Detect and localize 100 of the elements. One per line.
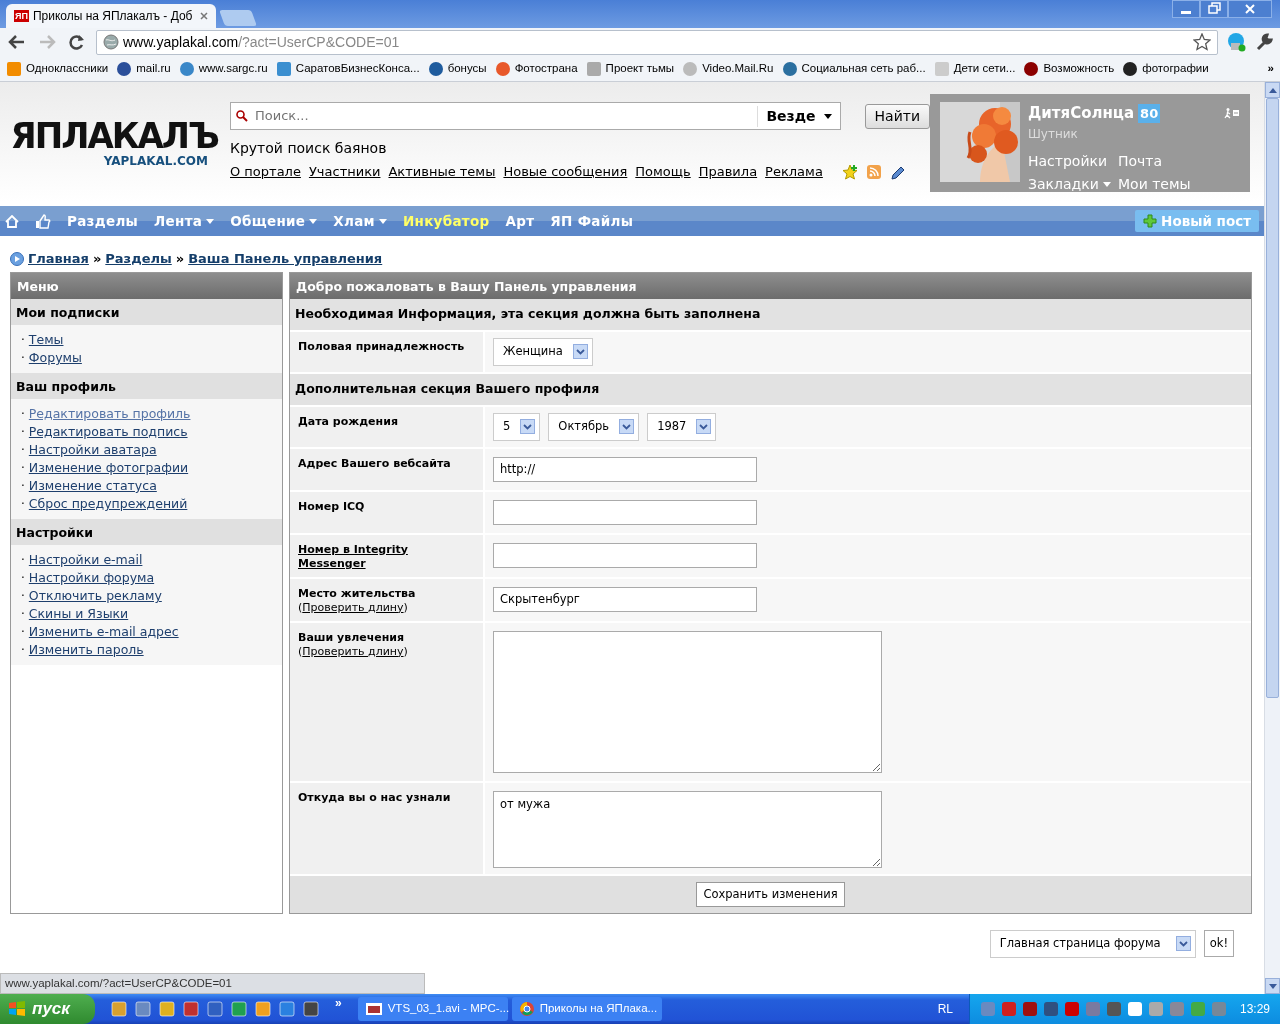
menu-link[interactable]: Настройки аватара: [28, 441, 157, 459]
menu-link[interactable]: Темы: [28, 331, 64, 349]
karma-badge: 80: [1138, 103, 1161, 123]
section-title: Мои подписки: [11, 299, 282, 325]
menu-link[interactable]: Изменение фотографии: [28, 459, 189, 477]
bookmark[interactable]: Одноклассники: [6, 59, 109, 78]
dropdown[interactable]: 1987: [647, 412, 717, 441]
bookmark[interactable]: Video.Mail.Ru: [682, 59, 774, 78]
browser-tab[interactable]: ЯП Приколы на ЯПлакалъ - Доб: [6, 4, 217, 28]
header-link[interactable]: Новые сообщения: [503, 162, 628, 182]
breadcrumb-link[interactable]: Ваша Панель управления: [188, 248, 383, 269]
breadcrumb-link[interactable]: Главная: [28, 248, 89, 269]
logo[interactable]: ЯПЛАКАЛЪ YAPLAKAL.COM: [0, 82, 218, 202]
breadcrumb-link[interactable]: Разделы: [105, 248, 172, 269]
bullet: ·: [21, 642, 25, 659]
bullet: ·: [21, 424, 25, 441]
menu-link[interactable]: Скины и Языки: [28, 605, 129, 623]
start-button[interactable]: пуск: [0, 994, 95, 1024]
bookmark[interactable]: бонусы: [427, 59, 487, 78]
field-label: Место жительства: [298, 586, 417, 601]
ok-button[interactable]: ok!: [1203, 930, 1234, 958]
menu-link[interactable]: Форумы: [28, 349, 82, 367]
bookmark[interactable]: Фотострана: [494, 59, 578, 78]
bookmark[interactable]: фотографии: [1122, 59, 1209, 78]
bookmark[interactable]: Социальная сеть раб...: [781, 59, 926, 78]
bullet: ·: [21, 406, 25, 423]
menu-link[interactable]: Изменить e-mail адрес: [28, 623, 179, 641]
dropdown[interactable]: Женщина: [493, 337, 593, 366]
save-button[interactable]: Сохранить изменения: [696, 881, 845, 907]
section-title: Ваш профиль: [11, 373, 282, 399]
scope-dropdown[interactable]: Везде: [757, 105, 840, 127]
favicon: ЯП: [14, 10, 29, 22]
search-field[interactable]: Поиск... Везде: [230, 102, 841, 130]
dropdown[interactable]: Главная страница форума: [989, 929, 1196, 958]
nav-link[interactable]: Общение: [230, 210, 318, 232]
nav-link[interactable]: Арт: [505, 210, 535, 232]
nav-link[interactable]: Хлам: [333, 210, 387, 232]
bullet: ·: [21, 442, 25, 459]
taskbar-button[interactable]: VTS_03_1.avi - MPC-...: [357, 997, 508, 1021]
bullet: ·: [21, 332, 25, 349]
menu-link[interactable]: Настройки форума: [28, 569, 155, 587]
dropdown[interactable]: Октябрь: [548, 412, 640, 441]
breadcrumb-separator: »: [92, 249, 102, 268]
input-field[interactable]: Скрытенбург: [493, 586, 757, 612]
tagline: Крутой поиск баянов: [230, 139, 388, 158]
taskbar-button[interactable]: Приколы на ЯПлака...: [511, 997, 662, 1021]
nav-link[interactable]: Лента: [154, 210, 215, 232]
input-field[interactable]: http://: [493, 456, 757, 482]
check-length-link[interactable]: Проверить длину: [302, 644, 404, 658]
panel-title: Добро пожаловать в Вашу Панель управления: [290, 273, 1251, 299]
menu-link[interactable]: Изменение статуса: [28, 477, 157, 495]
dropdown[interactable]: 5: [493, 412, 541, 441]
header-link[interactable]: Участники: [308, 162, 381, 182]
language-indicator: RL: [937, 1001, 953, 1018]
bullet: ·: [21, 570, 25, 587]
field-label: Откуда вы о нас узнали: [298, 790, 452, 805]
length-note: (Проверить длину): [298, 644, 409, 659]
menu-link[interactable]: Изменить пароль: [28, 641, 144, 659]
bullet: ·: [21, 588, 25, 605]
bookmark[interactable]: Возможность: [1023, 59, 1115, 78]
menu-link[interactable]: Редактировать подпись: [28, 423, 188, 441]
bookmark[interactable]: www.sargc.ru: [178, 59, 268, 78]
header-link[interactable]: О портале: [230, 162, 301, 182]
more-bookmarks-button[interactable]: »: [1267, 59, 1274, 78]
menu-link[interactable]: Отключить рекламу: [28, 587, 162, 605]
header-link[interactable]: Помощь: [635, 162, 691, 182]
bookmark[interactable]: СаратовБизнесКонса...: [275, 59, 420, 78]
nav-link[interactable]: Разделы: [67, 210, 139, 232]
nav-link[interactable]: ЯП Файлы: [550, 210, 634, 232]
bullet: ·: [21, 478, 25, 495]
bookmark[interactable]: Дети сети...: [933, 59, 1016, 78]
header-link[interactable]: Правила: [698, 162, 758, 182]
bullet: ·: [21, 552, 25, 569]
more-button[interactable]: »: [335, 994, 342, 1012]
text-area[interactable]: от мужа: [493, 790, 882, 868]
menu-link[interactable]: Настройки e-mail: [28, 551, 143, 569]
check-length-link[interactable]: Проверить длину: [302, 600, 404, 614]
field-label: Половая принадлежность: [298, 339, 466, 354]
menu-link[interactable]: Редактировать профиль: [28, 405, 191, 423]
header-link[interactable]: Активные темы: [388, 162, 496, 182]
section-title: Необходимая Информация, эта секция должна быть заполнена: [290, 299, 1251, 332]
search-button[interactable]: Найти: [864, 103, 930, 129]
header-link[interactable]: Реклама: [765, 162, 823, 182]
section-title: Дополнительная секция Вашего профиля: [290, 373, 1251, 407]
field-label: Номер ICQ: [298, 499, 366, 514]
url-text: www.yaplakal.com/?act=UserCP&CODE=01: [123, 32, 400, 52]
address-bar[interactable]: www.yaplakal.com/?act=UserCP&CODE=01: [96, 29, 1218, 55]
menu-link[interactable]: Сброс предупреждений: [28, 495, 188, 513]
section-title: Настройки: [11, 519, 282, 545]
breadcrumb-separator: »: [175, 249, 185, 268]
user-rank: Шутник: [1028, 125, 1079, 143]
bookmark[interactable]: Проект тьмы: [585, 59, 675, 78]
field-label: Адрес Вашего вебсайта: [298, 456, 452, 471]
bullet: ·: [21, 460, 25, 477]
field-label: Дата рождения: [298, 414, 399, 429]
clock: 13:29: [1239, 1001, 1270, 1018]
bullet: ·: [21, 624, 25, 641]
tab-title: Приколы на ЯПлакалъ - Доб: [32, 8, 193, 25]
bookmark[interactable]: mail.ru: [116, 59, 171, 78]
length-note: (Проверить длину): [298, 600, 409, 615]
